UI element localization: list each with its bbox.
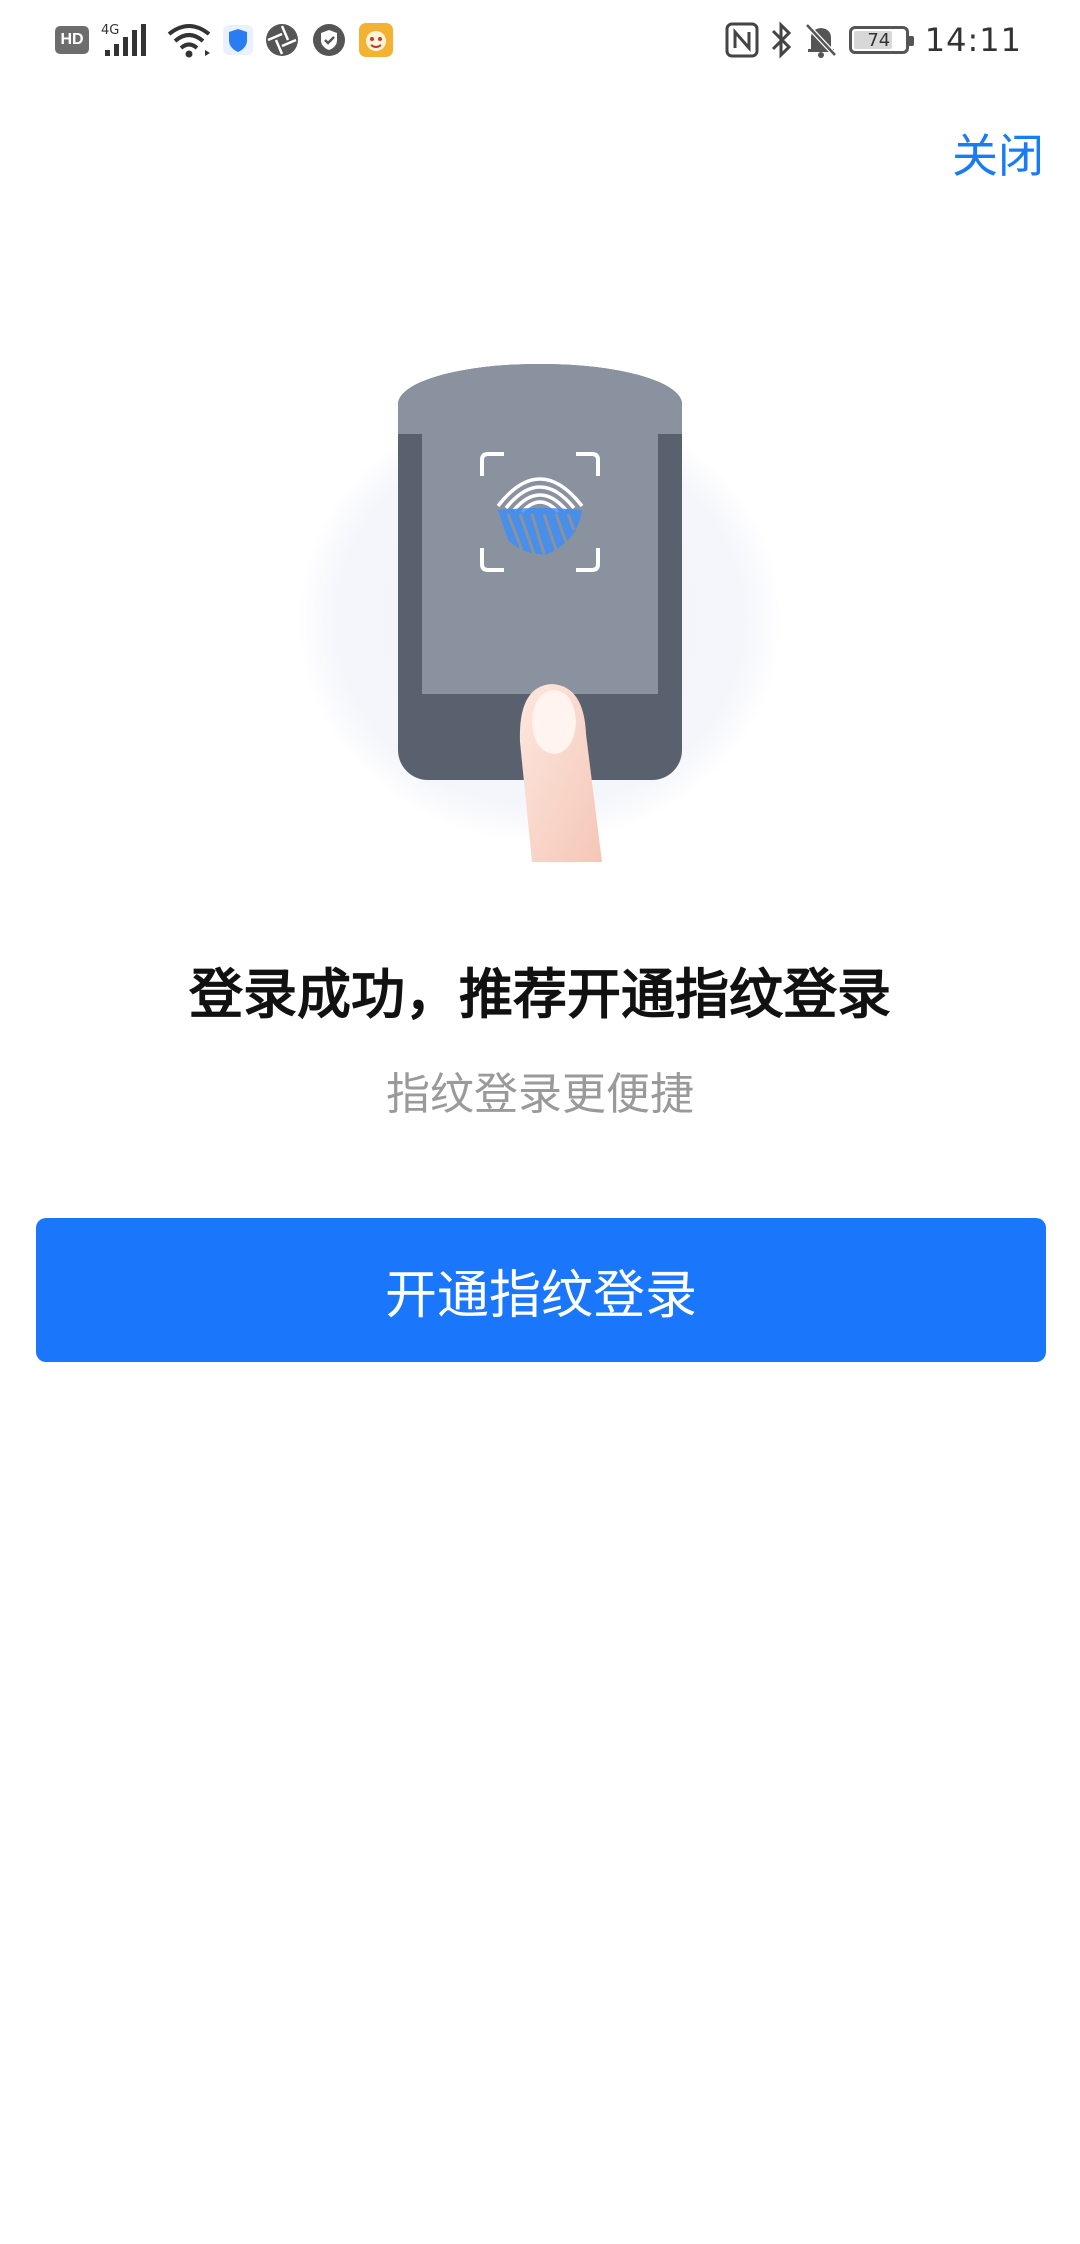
bluetooth-icon (769, 20, 793, 60)
battery-icon: 74 (848, 20, 914, 60)
app-notification-icon (357, 20, 395, 60)
close-button[interactable]: 关闭 (952, 120, 1044, 186)
shield-check-icon (311, 20, 347, 60)
fingerprint-login-page: HD 4G 74 14:11 关闭 登录成功，推荐开通指纹登录 指纹登录更便捷 … (0, 0, 1080, 2244)
status-time: 14:11 (924, 21, 1022, 59)
enable-fingerprint-button-label: 开通指纹登录 (384, 1265, 697, 1326)
aperture-icon (263, 20, 301, 60)
finger-illustration (519, 684, 602, 862)
mute-bell-icon (803, 20, 839, 60)
status-right-icons: 74 14:11 (715, 18, 1022, 62)
hd-icon: HD (55, 20, 89, 60)
shield-blue-icon (223, 20, 253, 60)
fingerprint-icon (480, 452, 600, 572)
enable-fingerprint-button[interactable]: 开通指纹登录 (36, 1218, 1046, 1362)
status-bar: HD 4G 74 14:11 (0, 0, 1080, 80)
nfc-icon (725, 20, 759, 60)
network-label: 4G (101, 23, 119, 38)
status-left-icons: HD 4G (55, 18, 405, 62)
battery-level: 74 (867, 29, 891, 51)
signal-4g-icon: 4G (99, 20, 155, 60)
page-subtitle: 指纹登录更便捷 (386, 1069, 694, 1120)
page-title: 登录成功，推荐开通指纹登录 (189, 963, 891, 1026)
hd-label: HD (55, 26, 89, 54)
wifi-icon (165, 20, 213, 60)
